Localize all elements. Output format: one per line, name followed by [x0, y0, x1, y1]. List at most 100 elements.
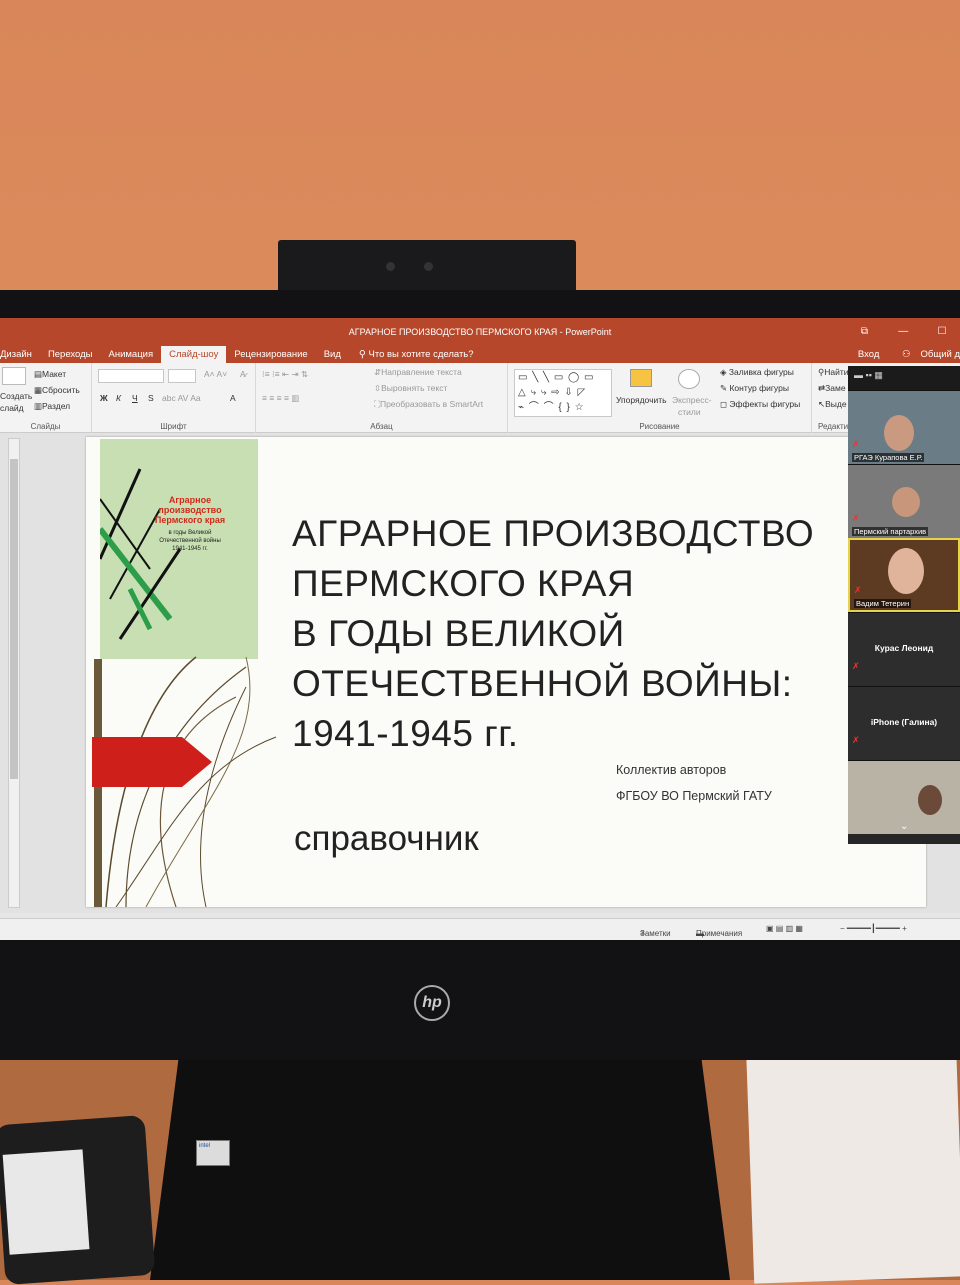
participant-tile[interactable]: Курас Леонид ✗	[848, 612, 960, 686]
participant-name: Вадим Тетерин	[854, 599, 912, 608]
quick-styles-label[interactable]: стили	[678, 407, 701, 417]
replace-button[interactable]: ⇄Заме	[818, 383, 846, 394]
bold-button[interactable]: Ж	[100, 393, 108, 403]
mic-muted-icon: ✗	[852, 661, 860, 671]
tab-transitions[interactable]: Переходы	[40, 346, 101, 363]
lightbulb-icon: ⚲	[358, 349, 369, 360]
slides-group: Создать слайд ▤Макет ▦Сбросить ▥Раздел С…	[0, 363, 92, 433]
sign-in-link[interactable]: Вход	[858, 349, 880, 360]
participant-tile-active[interactable]: ✗ Вадим Тетерин	[848, 538, 960, 612]
webcam-lens-icon	[386, 262, 395, 271]
slides-group-label: Слайды	[30, 422, 61, 431]
ribbon-tabs: Дизайн Переходы Анимация Слайд-шоу Рецен…	[0, 346, 960, 363]
tab-view[interactable]: Вид	[316, 346, 349, 363]
align-text-button[interactable]: ⇳Выровнять текст	[374, 383, 447, 394]
participant-video	[918, 785, 942, 815]
arrange-icon[interactable]	[630, 369, 652, 387]
title-line: ОТЕЧЕСТВЕННОЙ ВОЙНЫ:	[292, 663, 793, 704]
participant-tile[interactable]: ✗ РГАЭ Курапова Е.Р.	[848, 390, 960, 464]
slide-workspace: Аграрное производство Пермского края в г…	[0, 433, 960, 913]
find-button[interactable]: ⚲Найти	[818, 367, 849, 378]
participant-tile[interactable]: ✗ Пермский партархив	[848, 464, 960, 538]
slide-canvas[interactable]: Аграрное производство Пермского края в г…	[86, 437, 926, 907]
quick-styles-button[interactable]: Экспресс-	[672, 395, 712, 405]
vertical-scrollbar[interactable]	[8, 438, 20, 908]
view-normal-icon[interactable]: ▣ ▤ ▥ ▦	[766, 924, 803, 933]
new-slide-label[interactable]: слайд	[0, 403, 24, 413]
select-button[interactable]: ↖Выде	[818, 399, 847, 410]
chevron-down-icon[interactable]: ⌄	[900, 821, 908, 832]
video-call-panel: ▬ ▪▪ ▦ ✗ РГАЭ Курапова Е.Р. ✗ Пермский п…	[848, 366, 960, 844]
text-direction-button[interactable]: ⇵Направление текста	[374, 367, 462, 378]
paint-bucket-icon: ◈	[720, 367, 729, 377]
layout-button[interactable]: ▤Макет	[34, 369, 66, 380]
font-grow-icon[interactable]: A˄ A˅	[204, 369, 227, 379]
mic-muted-icon: ✗	[852, 735, 860, 745]
participant-video	[892, 487, 920, 517]
font-color-icon[interactable]: A	[230, 393, 236, 403]
authors-text: Коллектив авторов	[616, 763, 727, 777]
participant-tile[interactable]: ⌄	[848, 760, 960, 834]
status-bar: ≡ Заметки ▬ Примечания ▣ ▤ ▥ ▦ − ━━━━━┃━…	[0, 918, 960, 940]
mic-muted-icon: ✗	[852, 439, 860, 449]
paper-document	[745, 1036, 960, 1284]
participant-video	[888, 548, 924, 594]
speaker-view-icon[interactable]: ▬	[854, 370, 866, 380]
restore-ribbon-icon[interactable]: ⧉	[846, 318, 882, 346]
shape-fill-button[interactable]: ◈ Заливка фигуры	[720, 367, 794, 378]
align-icons[interactable]: ≡ ≡ ≡ ≡ ▥	[262, 393, 299, 404]
ribbon: Создать слайд ▤Макет ▦Сбросить ▥Раздел С…	[0, 363, 960, 433]
new-slide-icon[interactable]	[2, 367, 26, 385]
section-button[interactable]: ▥Раздел	[34, 401, 70, 412]
share-button[interactable]: ⚇ Общий д	[892, 349, 960, 360]
shape-effects-button[interactable]: ◻ Эффекты фигуры	[720, 399, 800, 410]
shapes-gallery[interactable]: ▭ ╲ ╲ ▭ ◯ ▭ △ ⤷ ⤷ ⇨ ⇩ ◸ ⌁ ⌒ ⌒ { } ☆	[514, 369, 612, 417]
tab-slideshow[interactable]: Слайд-шоу	[161, 346, 227, 363]
tab-design[interactable]: Дизайн	[0, 346, 40, 363]
webcam	[278, 240, 576, 296]
organization-text: ФГБОУ ВО Пермский ГАТУ	[616, 789, 772, 803]
clear-format-icon[interactable]: A̷	[240, 369, 246, 379]
title-line: АГРАРНОЕ ПРОИЗВОДСТВО	[292, 513, 815, 554]
zoom-slider[interactable]: − ━━━━━┃━━━━━ +	[840, 924, 907, 933]
font-group-label: Шрифт	[160, 422, 187, 431]
tell-me-box[interactable]: ⚲ Что вы хотите сделать?	[349, 346, 474, 363]
slide-title: АГРАРНОЕ ПРОИЗВОДСТВО ПЕРМСКОГО КРАЯ В Г…	[292, 509, 926, 759]
italic-button[interactable]: К	[116, 393, 121, 403]
underline-button[interactable]: Ч	[132, 393, 138, 403]
minimize-icon[interactable]: —	[885, 318, 921, 346]
layout-icon: ▤	[34, 369, 43, 379]
reset-button[interactable]: ▦Сбросить	[34, 385, 80, 396]
smartart-button[interactable]: ⛶Преобразовать в SmartArt	[374, 399, 483, 410]
paragraph-group-label: Абзац	[370, 422, 393, 431]
window-title: АГРАРНОЕ ПРОИЗВОДСТВО ПЕРМСКОГО КРАЯ - P…	[348, 327, 612, 337]
participant-tile[interactable]: iPhone (Галина) ✗	[848, 686, 960, 760]
new-slide-button[interactable]: Создать	[0, 391, 32, 401]
quick-styles-icon[interactable]	[678, 369, 700, 389]
shadow-button[interactable]: S	[148, 393, 154, 403]
tab-animations[interactable]: Анимация	[101, 346, 162, 363]
mic-muted-icon: ✗	[852, 513, 860, 523]
maximize-icon[interactable]: ☐	[924, 318, 960, 346]
hp-logo: hp	[414, 985, 450, 1021]
shape-outline-button[interactable]: ✎ Контур фигуры	[720, 383, 789, 394]
gallery-view-icon[interactable]: ▪▪ ▦	[866, 370, 883, 380]
drawing-group-label: Рисование	[639, 422, 680, 431]
arrange-button[interactable]: Упорядочить	[616, 395, 667, 405]
font-size-select[interactable]	[168, 369, 196, 383]
call-controls: ▬ ▪▪ ▦	[848, 366, 960, 390]
webcam-led-icon	[424, 262, 433, 271]
tab-review[interactable]: Рецензирование	[226, 346, 315, 363]
mic-muted-icon: ✗	[854, 585, 862, 595]
paragraph-group: ⁝≡ ⁝≡ ⇤ ⇥ ⇅ ≡ ≡ ≡ ≡ ▥ ⇵Направление текст…	[256, 363, 508, 433]
screen: АГРАРНОЕ ПРОИЗВОДСТВО ПЕРМСКОГО КРАЯ - P…	[0, 318, 960, 940]
scrollbar-thumb[interactable]	[10, 459, 18, 779]
title-bar: АГРАРНОЕ ПРОИЗВОДСТВО ПЕРМСКОГО КРАЯ - P…	[0, 318, 960, 346]
user-icon: ⚇	[902, 349, 911, 360]
font-family-select[interactable]	[98, 369, 164, 383]
font-group: A˄ A˅ A̷ Ж К Ч S abc AV Aa A Шрифт	[92, 363, 256, 433]
bullets-icon[interactable]: ⁝≡ ⁝≡ ⇤ ⇥ ⇅	[262, 369, 308, 380]
participant-name: РГАЭ Курапова Е.Р.	[852, 453, 925, 462]
spacing-icon[interactable]: abc AV Aa	[162, 393, 201, 403]
participant-name: iPhone (Галина)	[870, 717, 938, 727]
